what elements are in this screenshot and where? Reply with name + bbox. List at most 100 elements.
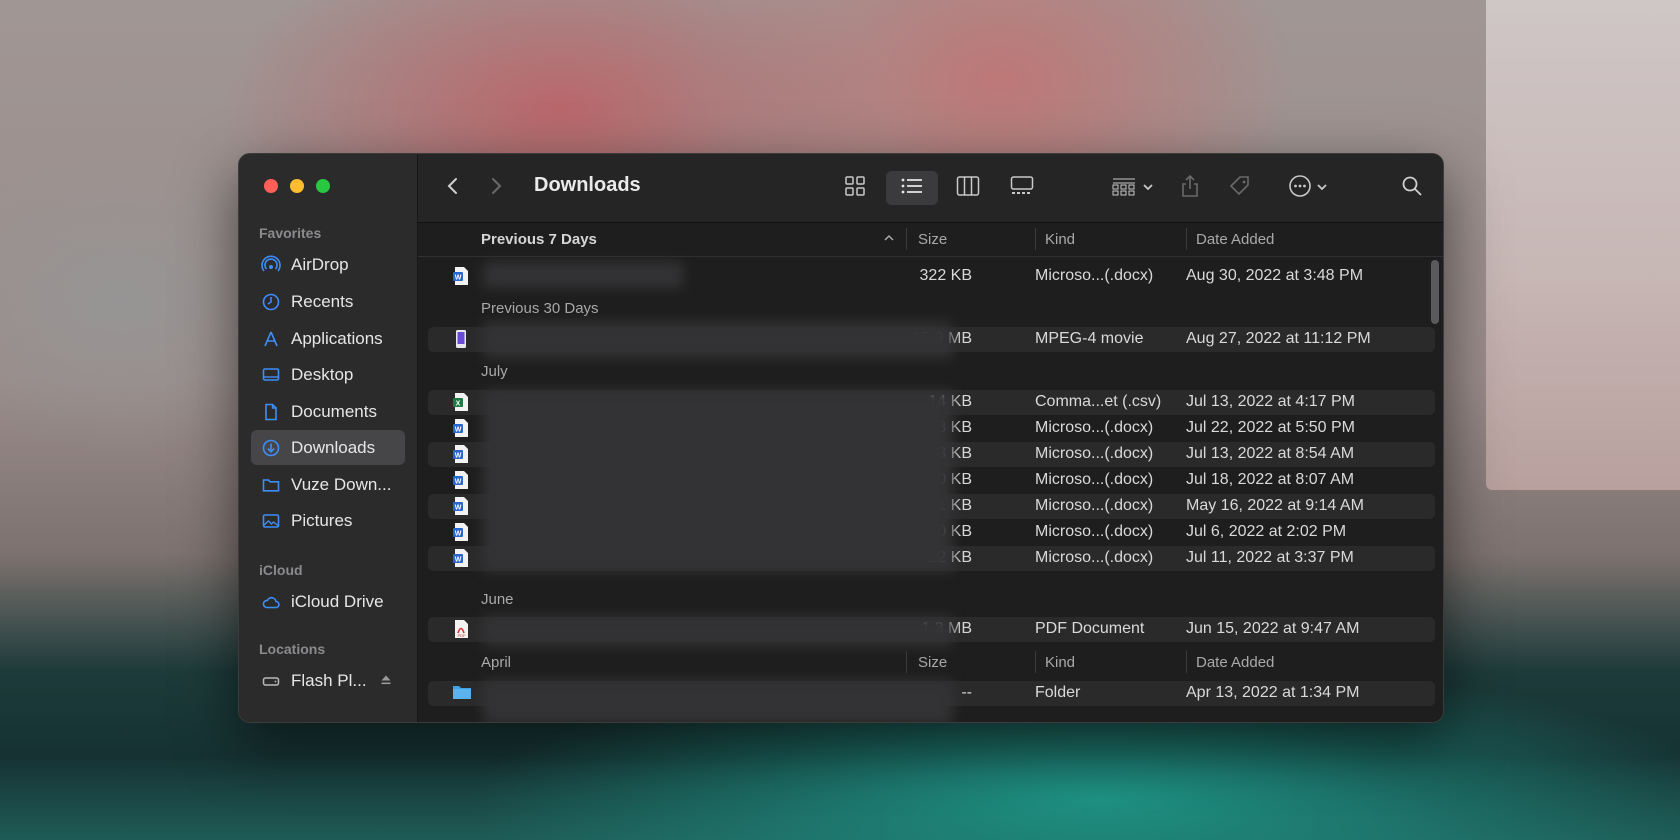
list-view-icon	[900, 176, 924, 201]
file-date-added: Apr 13, 2022 at 1:34 PM	[1186, 684, 1360, 701]
chevron-right-icon	[489, 176, 503, 201]
column-divider	[1035, 228, 1036, 250]
search-button[interactable]	[1395, 171, 1429, 205]
clock-icon	[260, 291, 282, 313]
close-button[interactable]	[264, 179, 278, 193]
sidebar-item-label: iCloud Drive	[291, 591, 384, 611]
redacted-filename	[483, 390, 953, 572]
word-doc-icon: W	[452, 418, 470, 443]
file-date-added: Jul 18, 2022 at 8:07 AM	[1186, 471, 1355, 488]
column-view-icon	[956, 175, 980, 202]
ellipsis-circle-icon	[1288, 174, 1312, 203]
group-grid-icon	[1112, 175, 1138, 202]
sidebar-item-label: Flash Pl...	[291, 670, 367, 690]
file-kind: Microso...(.docx)	[1035, 471, 1154, 488]
sidebar-item-label: Applications	[291, 328, 383, 348]
finder-window: Favorites AirDrop Recents Applications D…	[238, 153, 1444, 723]
sidebar-section-favorites: Favorites	[259, 225, 322, 241]
sidebar-item-label: AirDrop	[291, 254, 349, 274]
sidebar-item-label: Downloads	[291, 437, 376, 457]
movie-icon	[452, 329, 470, 354]
redacted-filename	[483, 322, 953, 358]
word-doc-icon: W	[452, 522, 470, 547]
drive-icon	[260, 670, 282, 692]
cloud-icon	[260, 591, 282, 613]
list-view-button[interactable]	[886, 171, 938, 205]
file-size: 322 KB	[919, 267, 972, 284]
sidebar-item-label: Recents	[291, 291, 354, 311]
pdf-icon: PDF	[452, 619, 470, 644]
svg-text:W: W	[455, 427, 462, 434]
folder-icon	[452, 683, 472, 706]
file-date-added: May 16, 2022 at 9:14 AM	[1186, 497, 1364, 514]
sidebar-item-downloads[interactable]: Downloads	[251, 430, 405, 465]
column-divider	[906, 228, 907, 250]
svg-text:W: W	[455, 505, 462, 512]
sidebar-item-label: Documents	[291, 401, 377, 421]
file-kind: Comma...et (.csv)	[1035, 393, 1162, 410]
chevron-down-icon	[1316, 179, 1328, 197]
column-size[interactable]: Size	[918, 231, 947, 248]
gallery-view-button[interactable]	[1000, 171, 1044, 205]
word-doc-icon: W	[452, 548, 470, 573]
sidebar-item-airdrop[interactable]: AirDrop	[251, 247, 405, 282]
file-kind: PDF Document	[1035, 620, 1145, 637]
svg-text:W: W	[455, 453, 462, 460]
grid-view-icon	[844, 175, 866, 202]
svg-text:W: W	[455, 479, 462, 486]
desktop-icon	[260, 364, 282, 386]
column-size[interactable]: Size	[918, 654, 947, 671]
group-header-april: April Size Kind Date Added	[418, 645, 1443, 679]
column-kind[interactable]: Kind	[1045, 231, 1075, 248]
file-kind: Microso...(.docx)	[1035, 445, 1154, 462]
share-button[interactable]	[1173, 171, 1207, 205]
sidebar-item-vuze-downloads[interactable]: Vuze Down...	[251, 467, 405, 502]
tag-button[interactable]	[1223, 171, 1257, 205]
vertical-scrollbar[interactable]	[1431, 260, 1439, 324]
gallery-view-icon	[1010, 175, 1034, 202]
sidebar: Favorites AirDrop Recents Applications D…	[239, 154, 418, 722]
word-doc-icon: W	[452, 470, 470, 495]
file-date-added: Aug 30, 2022 at 3:48 PM	[1186, 267, 1364, 284]
chevron-left-icon	[446, 176, 460, 201]
sidebar-item-pictures[interactable]: Pictures	[251, 503, 405, 538]
sidebar-item-desktop[interactable]: Desktop	[251, 357, 405, 392]
group-header-april-label: April	[481, 654, 512, 671]
share-icon	[1179, 174, 1201, 203]
column-view-button[interactable]	[946, 171, 990, 205]
column-name[interactable]: Previous 7 Days	[481, 231, 597, 248]
group-header-previous-30-days: Previous 30 Days	[481, 300, 599, 317]
icon-view-button[interactable]	[833, 171, 877, 205]
airdrop-icon	[260, 254, 282, 276]
redacted-filename	[483, 680, 953, 722]
forward-button[interactable]	[483, 171, 509, 205]
back-button[interactable]	[440, 171, 466, 205]
file-kind: Microso...(.docx)	[1035, 419, 1154, 436]
sidebar-item-label: Vuze Down...	[291, 474, 392, 494]
search-icon	[1401, 175, 1423, 202]
sidebar-item-flash-drive[interactable]: Flash Pl...	[251, 663, 405, 698]
group-header-july: July	[481, 363, 508, 380]
more-actions-button[interactable]	[1283, 171, 1333, 205]
zoom-button[interactable]	[316, 179, 330, 193]
sidebar-item-recents[interactable]: Recents	[251, 284, 405, 319]
column-kind[interactable]: Kind	[1045, 654, 1075, 671]
photo-icon	[260, 510, 282, 532]
column-date-added[interactable]: Date Added	[1196, 231, 1274, 248]
word-doc-icon: W	[452, 496, 470, 521]
group-by-button[interactable]	[1107, 171, 1159, 205]
sidebar-section-locations: Locations	[259, 641, 326, 657]
minimize-button[interactable]	[290, 179, 304, 193]
redacted-filename	[483, 262, 683, 288]
file-kind: Microso...(.docx)	[1035, 523, 1154, 540]
sidebar-item-icloud-drive[interactable]: iCloud Drive	[251, 584, 405, 619]
sidebar-item-applications[interactable]: Applications	[251, 321, 405, 356]
csv-icon: X	[452, 392, 470, 417]
svg-text:W: W	[455, 531, 462, 538]
sidebar-item-documents[interactable]: Documents	[251, 394, 405, 429]
eject-icon[interactable]	[379, 672, 393, 692]
column-header: Previous 7 Days Size Kind Date Added	[418, 222, 1443, 257]
word-doc-icon: W	[452, 444, 470, 469]
file-date-added: Aug 27, 2022 at 11:12 PM	[1186, 330, 1371, 347]
column-date-added[interactable]: Date Added	[1196, 654, 1274, 671]
